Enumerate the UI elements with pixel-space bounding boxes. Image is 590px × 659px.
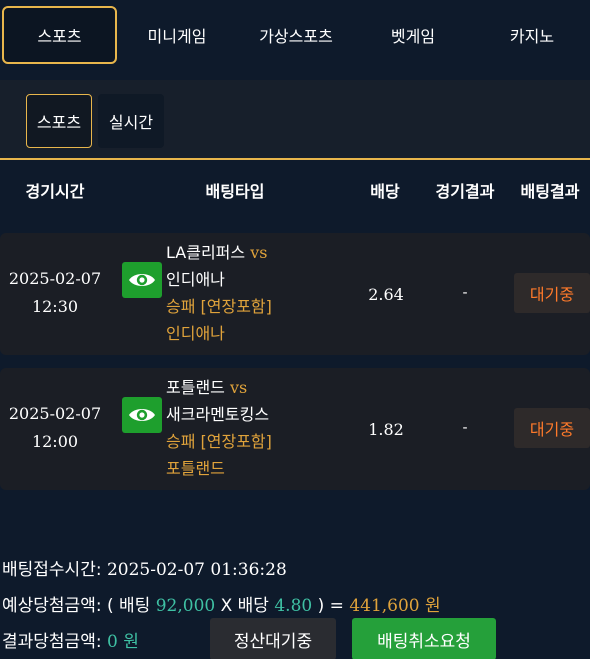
header-bet-type: 배팅타입: [205, 182, 265, 201]
top-nav: 스포츠 미니게임 가상스포츠 벳게임 카지노: [0, 0, 590, 66]
match-time: 2025-02-07 12:00: [0, 400, 110, 456]
bet-amount: 92,000: [155, 596, 216, 616]
bet-pick: 인디애나: [166, 324, 225, 343]
expected-amount: 441,600: [349, 596, 420, 616]
equals-sign: =: [329, 596, 344, 616]
odds-value: 1.82: [368, 420, 404, 439]
odds-value: 2.64: [368, 285, 404, 304]
header-match-time: 경기시간: [25, 182, 85, 201]
times-sign: X: [220, 596, 233, 616]
home-team: LA클리퍼스: [166, 243, 246, 262]
bet-status-badge: 대기중: [514, 408, 590, 448]
total-odds: 4.80: [274, 596, 313, 616]
bet-pick: 포틀랜드: [166, 459, 225, 478]
match-date: 2025-02-07: [8, 404, 102, 423]
tab-virtual-sports[interactable]: 가상스포츠: [238, 6, 354, 64]
received-time-value: 2025-02-07 01:36:28: [106, 560, 287, 580]
result-win-line: 결과당첨금액: 0 원: [2, 627, 139, 652]
match-result: -: [462, 285, 468, 301]
expected-currency: 원: [425, 596, 441, 616]
result-win-label: 결과당첨금액:: [2, 632, 102, 652]
bet-label: 배팅: [119, 596, 151, 616]
bet-status-badge: 대기중: [514, 273, 590, 313]
tab-casino[interactable]: 카지노: [474, 6, 590, 64]
result-currency: 원: [123, 632, 139, 652]
table-row: 2025-02-07 12:30 LA클리퍼스 vs 인디애나 승패 [연장포함…: [0, 233, 590, 355]
match-time: 2025-02-07 12:30: [0, 265, 110, 321]
table-header: 경기시간 배팅타입 배당 경기결과 배팅결과: [0, 162, 590, 218]
subtab-sports[interactable]: 스포츠: [26, 94, 92, 148]
eye-icon-glyph: [129, 274, 155, 286]
header-odds: 배당: [370, 182, 400, 201]
settlement-pending-button[interactable]: 정산대기중: [210, 618, 336, 659]
match-info: LA클리퍼스 vs 인디애나 승패 [연장포함] 인디애나: [166, 239, 366, 347]
sub-tab-panel: 스포츠 실시간: [0, 80, 590, 160]
match-date: 2025-02-07: [8, 269, 102, 288]
match-result: -: [462, 420, 468, 436]
result-amount: 0: [106, 632, 118, 652]
close-paren: ): [317, 596, 325, 616]
away-team: 새크라멘토킹스: [166, 405, 270, 424]
market-type: 승패 [연장포함]: [166, 297, 272, 316]
received-time-line: 배팅접수시간: 2025-02-07 01:36:28: [2, 555, 287, 580]
cancel-bet-button[interactable]: 배팅취소요청: [352, 618, 496, 659]
tab-betgame[interactable]: 벳게임: [360, 6, 466, 64]
header-match-result: 경기결과: [435, 182, 495, 201]
match-clock: 12:00: [31, 432, 79, 451]
eye-icon-glyph: [129, 409, 155, 421]
header-bet-result: 배팅결과: [520, 182, 580, 201]
subtab-live[interactable]: 실시간: [98, 94, 164, 148]
received-time-label: 배팅접수시간:: [2, 560, 102, 580]
expected-win-line: 예상당첨금액: ( 배팅 92,000 X 배당 4.80 ) = 441,60…: [2, 591, 441, 616]
match-clock: 12:30: [31, 297, 79, 316]
expected-win-label: 예상당첨금액:: [2, 596, 102, 616]
odds-label: 배당: [237, 596, 269, 616]
eye-icon[interactable]: [122, 397, 162, 433]
vs-label: vs: [250, 243, 268, 262]
vs-label: vs: [229, 378, 248, 397]
eye-icon[interactable]: [122, 262, 162, 298]
tab-minigame[interactable]: 미니게임: [122, 6, 232, 64]
home-team: 포틀랜드: [166, 378, 225, 397]
away-team: 인디애나: [166, 270, 225, 289]
market-type: 승패 [연장포함]: [166, 432, 272, 451]
open-paren: (: [106, 596, 114, 616]
table-row: 2025-02-07 12:00 포틀랜드 vs 새크라멘토킹스 승패 [연장포…: [0, 368, 590, 490]
match-info: 포틀랜드 vs 새크라멘토킹스 승패 [연장포함] 포틀랜드: [166, 374, 366, 482]
tab-sports[interactable]: 스포츠: [2, 6, 117, 64]
